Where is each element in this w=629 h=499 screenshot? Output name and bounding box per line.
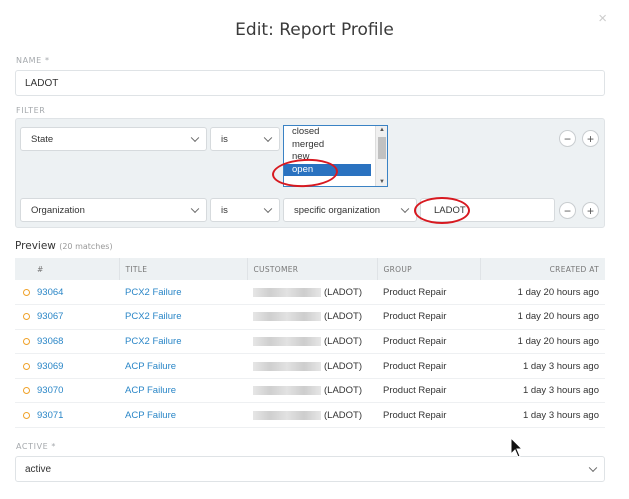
- ticket-group: Product Repair: [377, 353, 480, 379]
- add-condition-button-1[interactable]: +: [582, 130, 599, 147]
- ticket-created-at: 1 day 20 hours ago: [480, 329, 605, 355]
- column-customer[interactable]: CUSTOMER: [247, 258, 378, 280]
- ticket-status-icon: [23, 337, 30, 345]
- annotation-highlight-organization: [414, 197, 470, 224]
- modal-title: Edit: Report Profile: [235, 20, 394, 40]
- active-label: ACTIVE *: [16, 442, 57, 451]
- close-icon[interactable]: ×: [598, 10, 607, 27]
- ticket-status-icon: [23, 362, 30, 370]
- listbox-scrollbar[interactable]: ▲ ▼: [375, 126, 387, 186]
- chevron-down-icon: [190, 204, 200, 214]
- customer-org: (LADOT): [324, 286, 362, 298]
- ticket-group: Product Repair: [377, 329, 480, 355]
- customer-org: (LADOT): [324, 311, 362, 323]
- remove-condition-button-1[interactable]: −: [559, 130, 576, 147]
- ticket-title-link[interactable]: PCX2 Failure: [125, 311, 182, 322]
- customer-org: (LADOT): [324, 335, 362, 347]
- ticket-created-at: 1 day 3 hours ago: [480, 402, 605, 429]
- ticket-title-link[interactable]: ACP Failure: [125, 410, 176, 421]
- ticket-group: Product Repair: [377, 304, 480, 330]
- ticket-title-link[interactable]: ACP Failure: [125, 385, 176, 396]
- filter-operator-value-2: is: [221, 204, 228, 216]
- customer-org: (LADOT): [324, 360, 362, 372]
- column-number[interactable]: #: [15, 258, 120, 280]
- table-row[interactable]: 93070 ACP Failure (LADOT) Product Repair 1 d…: [15, 378, 605, 404]
- remove-condition-button-2[interactable]: −: [559, 202, 576, 219]
- chevron-down-icon: [263, 204, 273, 214]
- ticket-status-icon: [23, 288, 30, 296]
- redacted-customer-name: [253, 386, 321, 396]
- filter-operator-select-1[interactable]: is: [210, 127, 280, 151]
- redacted-customer-name: [253, 312, 321, 322]
- mouse-pointer-icon: [510, 437, 524, 458]
- ticket-created-at: 1 day 3 hours ago: [480, 353, 605, 379]
- ticket-title-link[interactable]: PCX2 Failure: [125, 336, 182, 347]
- filter-attribute-select-1[interactable]: State: [20, 127, 207, 151]
- organization-type-value: specific organization: [294, 204, 381, 216]
- ticket-group: Product Repair: [377, 378, 480, 404]
- table-row[interactable]: 93064 PCX2 Failure (LADOT) Product Repair 1 …: [15, 280, 605, 306]
- customer-org: (LADOT): [324, 385, 362, 397]
- column-group[interactable]: GROUP: [377, 258, 481, 280]
- name-input[interactable]: LADOT: [15, 70, 605, 96]
- scroll-down-icon[interactable]: ▼: [376, 179, 388, 185]
- add-condition-button-2[interactable]: +: [582, 202, 599, 219]
- chevron-down-icon: [190, 133, 200, 143]
- preview-table: # TITLE CUSTOMER GROUP CREATED AT 93064 P…: [15, 258, 605, 429]
- ticket-number-link[interactable]: 93071: [37, 410, 63, 421]
- state-option-closed[interactable]: closed: [284, 126, 371, 139]
- redacted-customer-name: [253, 410, 321, 420]
- redacted-customer-name: [253, 361, 321, 371]
- filter-operator-value-1: is: [221, 133, 228, 145]
- customer-org: (LADOT): [324, 409, 362, 421]
- name-label: NAME *: [16, 56, 50, 65]
- ticket-status-icon: [23, 313, 30, 321]
- ticket-created-at: 1 day 20 hours ago: [480, 304, 605, 330]
- chevron-down-icon: [588, 463, 598, 473]
- table-row[interactable]: 93067 PCX2 Failure (LADOT) Product Repair 1 …: [15, 304, 605, 330]
- redacted-customer-name: [253, 287, 321, 297]
- ticket-number-link[interactable]: 93070: [37, 385, 63, 396]
- filter-attribute-value-1: State: [31, 133, 54, 145]
- ticket-number-link[interactable]: 93064: [37, 287, 63, 298]
- state-option-merged[interactable]: merged: [284, 139, 371, 152]
- scroll-up-icon[interactable]: ▲: [376, 127, 388, 133]
- chevron-down-icon: [400, 204, 410, 214]
- ticket-group: Product Repair: [377, 280, 480, 306]
- preview-heading: Preview (20 matches): [15, 240, 113, 252]
- active-select[interactable]: active: [15, 456, 605, 482]
- ticket-created-at: 1 day 3 hours ago: [480, 378, 605, 404]
- ticket-created-at: 1 day 20 hours ago: [480, 280, 605, 306]
- chevron-down-icon: [263, 133, 273, 143]
- ticket-number-link[interactable]: 93069: [37, 361, 63, 372]
- filter-operator-select-2[interactable]: is: [210, 198, 280, 222]
- column-title[interactable]: TITLE: [119, 258, 248, 280]
- ticket-title-link[interactable]: ACP Failure: [125, 361, 176, 372]
- ticket-number-link[interactable]: 93067: [37, 311, 63, 322]
- ticket-title-link[interactable]: PCX2 Failure: [125, 287, 182, 298]
- ticket-group: Product Repair: [377, 402, 480, 429]
- table-row[interactable]: 93068 PCX2 Failure (LADOT) Product Repair 1 …: [15, 329, 605, 355]
- table-row[interactable]: 93069 ACP Failure (LADOT) Product Repair 1 d…: [15, 353, 605, 379]
- filter-label: FILTER: [16, 106, 46, 115]
- preview-title: Preview: [15, 240, 56, 252]
- ticket-status-icon: [23, 411, 30, 419]
- ticket-number-link[interactable]: 93068: [37, 336, 63, 347]
- ticket-status-icon: [23, 387, 30, 395]
- filter-attribute-value-2: Organization: [31, 204, 85, 216]
- preview-match-count: (20 matches): [59, 242, 113, 251]
- redacted-customer-name: [253, 336, 321, 346]
- active-value: active: [25, 463, 52, 475]
- organization-type-select[interactable]: specific organization: [283, 198, 417, 222]
- table-row[interactable]: 93071 ACP Failure (LADOT) Product Repair 1 d…: [15, 402, 605, 429]
- filter-attribute-select-2[interactable]: Organization: [20, 198, 207, 222]
- scrollbar-thumb[interactable]: [378, 137, 386, 159]
- name-value: LADOT: [25, 77, 59, 89]
- column-created-at[interactable]: CREATED AT: [480, 258, 605, 280]
